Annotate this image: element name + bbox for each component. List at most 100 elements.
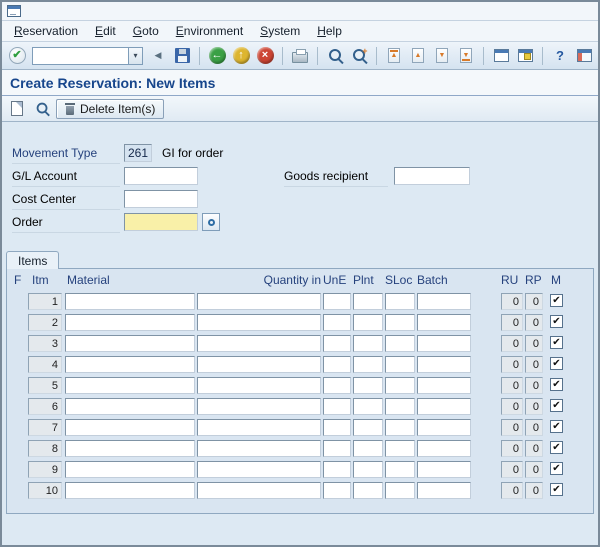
back-button[interactable]: ← [206,45,228,67]
storage-location-input[interactable] [385,440,415,457]
quantity-input[interactable] [197,377,321,394]
command-input[interactable] [32,46,128,65]
find-button[interactable] [324,45,346,67]
hide-command-button[interactable]: ◀ [147,45,169,67]
plant-input[interactable] [353,398,383,415]
movement-type-field[interactable] [124,144,152,162]
unit-of-entry-input[interactable] [323,335,351,352]
menu-item-goto[interactable]: Goto [133,24,159,38]
batch-input[interactable] [417,461,471,478]
create-item-button[interactable] [6,98,28,120]
plant-input[interactable] [353,482,383,499]
quantity-input[interactable] [197,461,321,478]
plant-input[interactable] [353,419,383,436]
plant-input[interactable] [353,377,383,394]
unit-of-entry-input[interactable] [323,461,351,478]
command-dropdown-icon[interactable]: ▾ [128,46,143,65]
movement-allowed-checkbox[interactable]: ✔ [550,399,563,412]
material-input[interactable] [65,314,195,331]
unit-of-entry-input[interactable] [323,440,351,457]
movement-allowed-checkbox[interactable]: ✔ [550,336,563,349]
unit-of-entry-input[interactable] [323,314,351,331]
material-input[interactable] [65,440,195,457]
storage-location-input[interactable] [385,335,415,352]
print-button[interactable] [289,45,311,67]
find-next-button[interactable]: + [348,45,370,67]
exit-button[interactable]: ↑ [230,45,252,67]
goods-recipient-input[interactable] [394,167,470,185]
create-shortcut-button[interactable] [514,45,536,67]
plant-input[interactable] [353,440,383,457]
cancel-button[interactable]: × [254,45,276,67]
plant-input[interactable] [353,335,383,352]
material-input[interactable] [65,335,195,352]
order-input[interactable] [124,213,198,231]
unit-of-entry-input[interactable] [323,482,351,499]
next-page-button[interactable]: ▼ [431,45,453,67]
save-button[interactable] [171,45,193,67]
plant-input[interactable] [353,356,383,373]
unit-of-entry-input[interactable] [323,293,351,310]
gl-account-input[interactable] [124,167,198,185]
movement-allowed-checkbox[interactable]: ✔ [550,378,563,391]
quantity-input[interactable] [197,440,321,457]
batch-input[interactable] [417,398,471,415]
material-input[interactable] [65,377,195,394]
help-button[interactable]: ? [549,45,571,67]
storage-location-input[interactable] [385,314,415,331]
storage-location-input[interactable] [385,419,415,436]
batch-input[interactable] [417,356,471,373]
batch-input[interactable] [417,335,471,352]
material-input[interactable] [65,293,195,310]
material-input[interactable] [65,482,195,499]
batch-input[interactable] [417,419,471,436]
movement-allowed-checkbox[interactable]: ✔ [550,462,563,475]
batch-input[interactable] [417,440,471,457]
first-page-button[interactable]: ▲ [383,45,405,67]
customize-button[interactable] [573,45,595,67]
unit-of-entry-input[interactable] [323,377,351,394]
plant-input[interactable] [353,314,383,331]
menu-item-system[interactable]: System [260,24,300,38]
last-page-button[interactable]: ▼ [455,45,477,67]
material-input[interactable] [65,419,195,436]
cost-center-input[interactable] [124,190,198,208]
movement-allowed-checkbox[interactable]: ✔ [550,420,563,433]
overview-button[interactable] [31,98,53,120]
material-input[interactable] [65,461,195,478]
order-matchcode-button[interactable] [202,213,220,231]
quantity-input[interactable] [197,482,321,499]
storage-location-input[interactable] [385,398,415,415]
storage-location-input[interactable] [385,461,415,478]
quantity-input[interactable] [197,293,321,310]
storage-location-input[interactable] [385,377,415,394]
movement-allowed-checkbox[interactable]: ✔ [550,294,563,307]
storage-location-input[interactable] [385,293,415,310]
new-session-button[interactable] [490,45,512,67]
quantity-input[interactable] [197,398,321,415]
tab-items[interactable]: Items [6,251,60,269]
batch-input[interactable] [417,293,471,310]
storage-location-input[interactable] [385,356,415,373]
plant-input[interactable] [353,461,383,478]
batch-input[interactable] [417,482,471,499]
batch-input[interactable] [417,377,471,394]
quantity-input[interactable] [197,314,321,331]
unit-of-entry-input[interactable] [323,356,351,373]
system-menu-icon[interactable] [7,5,21,17]
delete-items-button[interactable]: Delete Item(s) [56,98,165,119]
movement-allowed-checkbox[interactable]: ✔ [550,315,563,328]
menu-item-environment[interactable]: Environment [176,24,243,38]
menu-item-help[interactable]: Help [317,24,342,38]
enter-button[interactable]: ✔ [6,45,28,67]
batch-input[interactable] [417,314,471,331]
movement-allowed-checkbox[interactable]: ✔ [550,483,563,496]
movement-allowed-checkbox[interactable]: ✔ [550,357,563,370]
unit-of-entry-input[interactable] [323,419,351,436]
unit-of-entry-input[interactable] [323,398,351,415]
storage-location-input[interactable] [385,482,415,499]
menu-item-reservation[interactable]: Reservation [14,24,78,38]
movement-allowed-checkbox[interactable]: ✔ [550,441,563,454]
plant-input[interactable] [353,293,383,310]
quantity-input[interactable] [197,356,321,373]
